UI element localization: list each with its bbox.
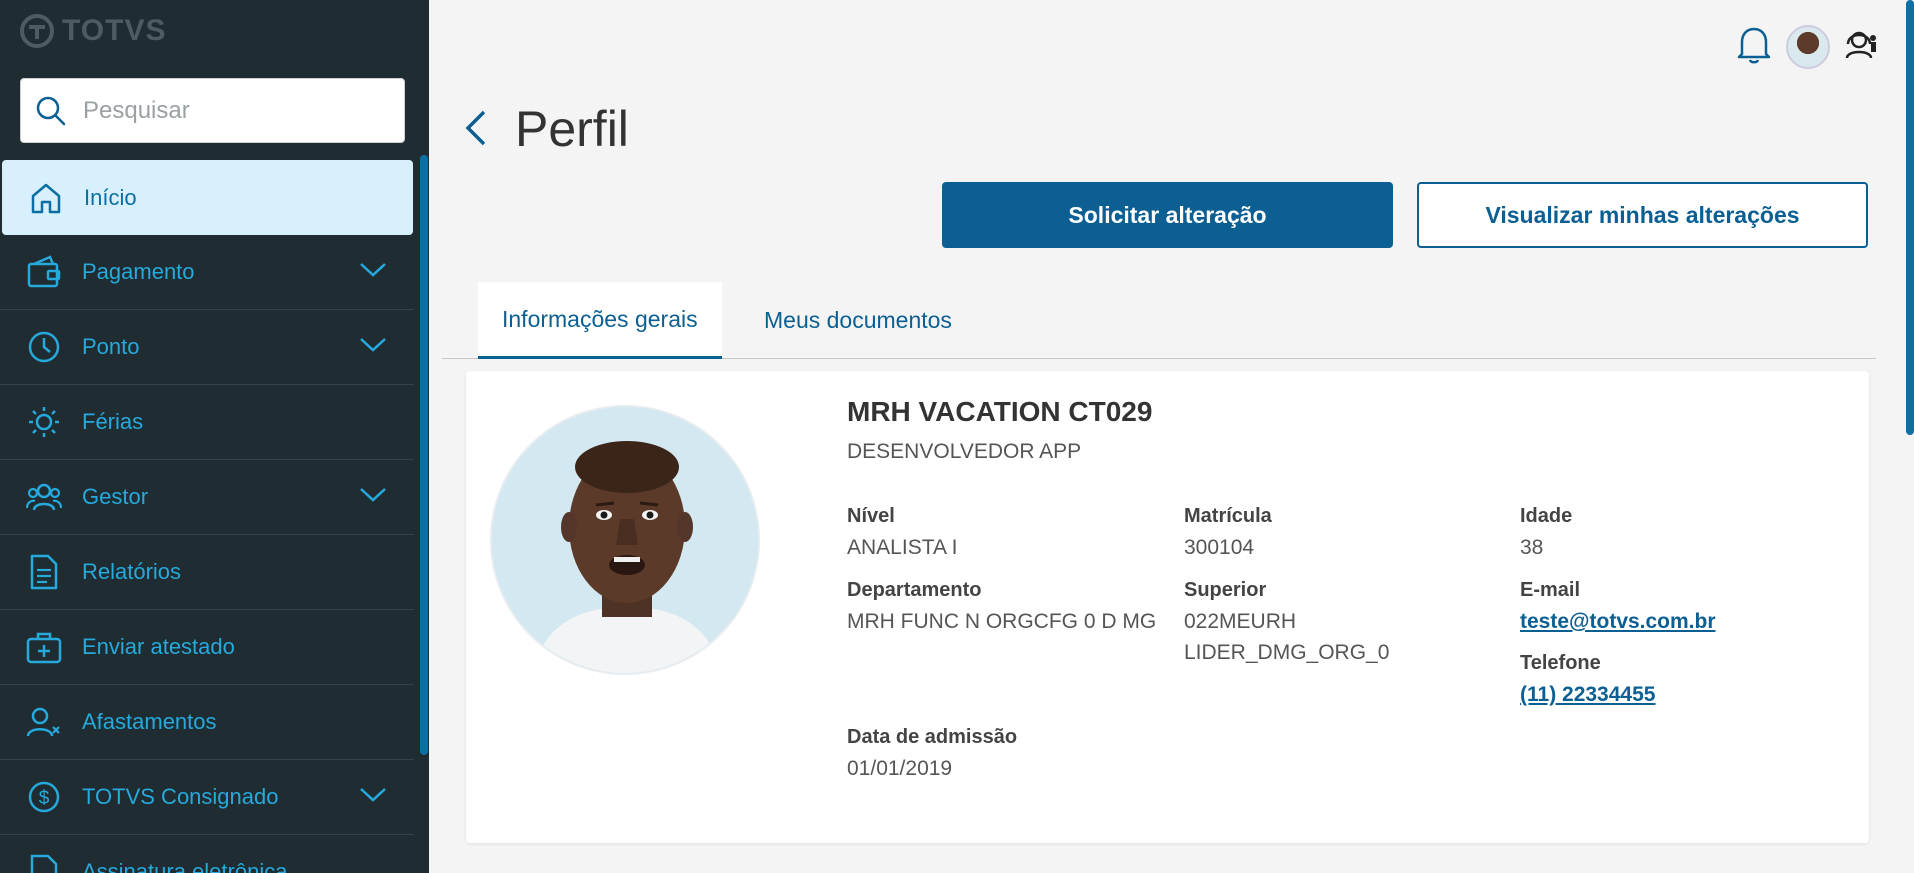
tab-meus-documentos[interactable]: Meus documentos xyxy=(740,282,976,359)
employee-name: MRH VACATION CT029 xyxy=(847,396,1153,427)
wallet-icon xyxy=(26,254,62,290)
sidebar-item-assinatura-eletronica[interactable]: Assinatura eletrônica xyxy=(0,835,414,873)
idade-label: Idade xyxy=(1520,505,1573,527)
topbar-actions xyxy=(1736,24,1880,69)
sidebar-item-label: TOTVS Consignado xyxy=(82,784,279,809)
sidebar-item-label: Férias xyxy=(82,409,144,434)
sidebar-item-label: Gestor xyxy=(82,484,149,509)
sun-icon xyxy=(26,404,62,440)
sidebar-item-label: Enviar atestado xyxy=(82,634,235,659)
nivel-label: Nível xyxy=(847,505,895,527)
sidebar-item-label: Afastamentos xyxy=(82,709,217,734)
chevron-down-icon[interactable] xyxy=(359,262,387,283)
sidebar-item-pagamento[interactable]: Pagamento xyxy=(0,235,414,310)
sidebar-item-ferias[interactable]: Férias xyxy=(0,385,414,460)
bell-icon[interactable] xyxy=(1736,24,1772,69)
email-link[interactable]: teste@totvs.com.br xyxy=(1520,610,1716,634)
telefone-label: Telefone xyxy=(1520,652,1601,674)
chevron-down-icon[interactable] xyxy=(359,487,387,508)
search-box[interactable] xyxy=(20,78,405,143)
sidebar-menu: Início Pagamento Ponto Férias Gestor Rel… xyxy=(0,160,414,873)
sidebar-item-enviar-atestado[interactable]: Enviar atestado xyxy=(0,610,414,685)
user-remove-icon xyxy=(26,704,62,740)
avatar[interactable] xyxy=(1786,24,1830,69)
sidebar-item-afastamentos[interactable]: Afastamentos xyxy=(0,685,414,760)
dollar-icon: $ xyxy=(26,779,62,815)
back-chevron-icon[interactable] xyxy=(462,108,488,153)
admissao-label: Data de admissão xyxy=(847,726,1018,748)
sidebar-item-gestor[interactable]: Gestor xyxy=(0,460,414,535)
sidebar-item-label: Ponto xyxy=(82,334,140,359)
sidebar-item-label: Pagamento xyxy=(82,259,195,284)
home-icon xyxy=(28,180,64,216)
telefone-link[interactable]: (11) 22334455 xyxy=(1520,683,1655,707)
page-title: Perfil xyxy=(515,101,629,157)
support-agent-icon[interactable] xyxy=(1844,26,1880,67)
medical-kit-icon xyxy=(26,629,62,665)
superior-value-line2: LIDER_DMG_ORG_0 xyxy=(1184,641,1390,664)
sidebar-item-inicio[interactable]: Início xyxy=(2,160,413,235)
idade-value: 38 xyxy=(1520,536,1544,559)
nivel-value: ANALISTA I xyxy=(847,536,958,559)
chevron-down-icon[interactable] xyxy=(359,787,387,808)
main-scrollbar[interactable] xyxy=(1906,0,1914,435)
logo-text: TOTVS xyxy=(62,14,167,47)
document-icon xyxy=(26,554,62,590)
signature-document-icon xyxy=(26,854,62,873)
superior-label: Superior xyxy=(1184,579,1267,601)
profile-tabs: Informações gerais Meus documentos xyxy=(442,282,1876,359)
matricula-label: Matrícula xyxy=(1184,505,1272,527)
view-changes-button[interactable]: Visualizar minhas alterações xyxy=(1417,182,1868,248)
sidebar-item-label: Início xyxy=(84,184,137,210)
superior-value-line1: 022MEURH xyxy=(1184,610,1297,633)
users-icon xyxy=(26,479,62,515)
search-input[interactable] xyxy=(83,96,383,125)
request-change-button[interactable]: Solicitar alteração xyxy=(942,182,1393,248)
sidebar-item-ponto[interactable]: Ponto xyxy=(0,310,414,385)
sidebar-item-relatorios[interactable]: Relatórios xyxy=(0,535,414,610)
departamento-label: Departamento xyxy=(847,579,982,601)
svg-text:$: $ xyxy=(39,788,50,809)
totvs-logo-icon xyxy=(20,14,54,48)
departamento-value: MRH FUNC N ORGCFG 0 D MG xyxy=(847,610,1157,633)
sidebar-item-label: Relatórios xyxy=(82,559,182,584)
clock-icon xyxy=(26,329,62,365)
employee-role: DESENVOLVEDOR APP xyxy=(847,440,1082,463)
sidebar-item-label: Assinatura eletrônica xyxy=(82,859,288,873)
profile-photo xyxy=(490,405,760,675)
totvs-logo[interactable]: TOTVS xyxy=(20,14,166,48)
matricula-value: 300104 xyxy=(1184,536,1255,559)
chevron-down-icon[interactable] xyxy=(359,337,387,358)
email-label: E-mail xyxy=(1520,579,1581,601)
sidebar-item-totvs-consignado[interactable]: $ TOTVS Consignado xyxy=(0,760,414,835)
sidebar-scrollbar[interactable] xyxy=(420,155,428,755)
tab-informacoes-gerais[interactable]: Informações gerais xyxy=(478,282,722,359)
search-icon xyxy=(36,96,66,125)
sidebar: TOTVS Início Pagamento xyxy=(0,0,429,873)
admissao-value: 01/01/2019 xyxy=(847,757,953,780)
